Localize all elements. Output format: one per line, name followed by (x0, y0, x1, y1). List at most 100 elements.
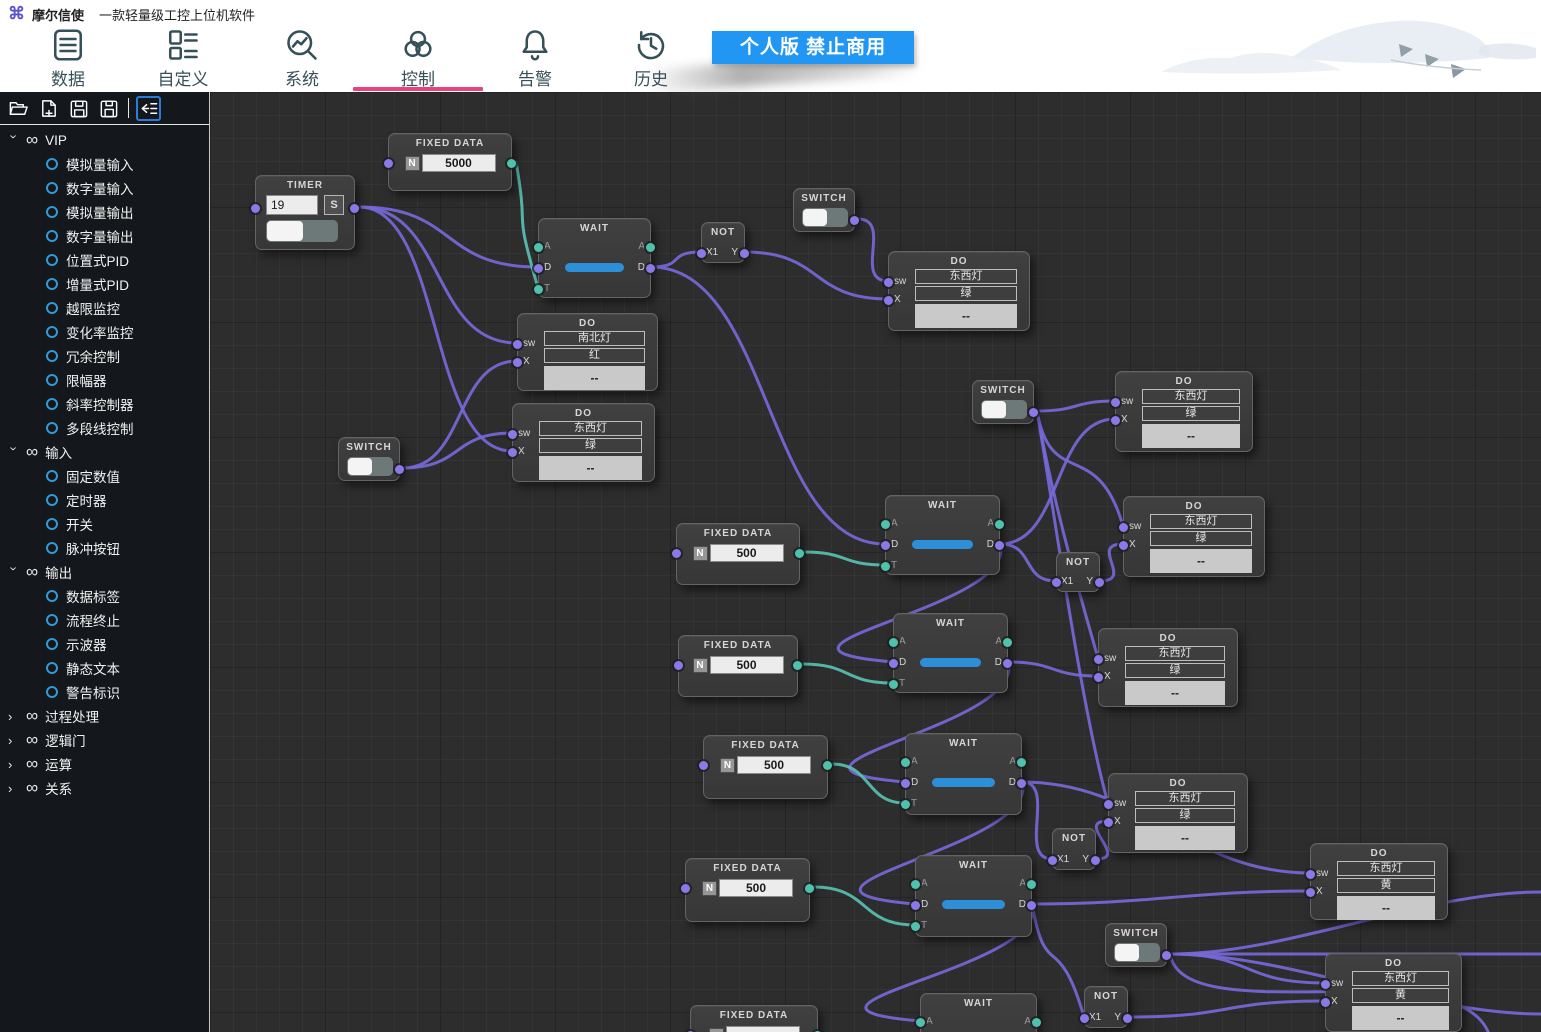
port-out[interactable] (823, 761, 832, 770)
fixed-node[interactable]: FIXED DATA (690, 1005, 818, 1032)
sidebar-item-定时器[interactable]: 定时器 (0, 488, 209, 512)
port-out[interactable] (350, 204, 359, 213)
tab-自定义[interactable]: 自定义 (128, 27, 238, 90)
fixed-value-input[interactable]: 500 (719, 879, 793, 897)
port-D[interactable] (1003, 659, 1012, 668)
port-D[interactable] (995, 541, 1004, 550)
do-target-field[interactable]: 东西灯 (1337, 861, 1435, 876)
port-Y[interactable] (740, 249, 749, 258)
do-node[interactable]: DOswX东西灯黄-- (1325, 953, 1462, 1032)
sidebar-item-变化率监控[interactable]: 变化率监控 (0, 320, 209, 344)
do-node[interactable]: DOswX东西灯绿-- (888, 251, 1030, 331)
tab-控制[interactable]: 控制 (363, 27, 473, 90)
fixed-node[interactable]: FIXED DATAN500 (678, 635, 798, 697)
sidebar-item-静态文本[interactable]: 静态文本 (0, 656, 209, 680)
port-in[interactable] (699, 761, 708, 770)
sidebar-item-示波器[interactable]: 示波器 (0, 632, 209, 656)
port-T[interactable] (911, 922, 920, 931)
port-X1[interactable] (1048, 856, 1057, 865)
port-out[interactable] (1162, 951, 1171, 960)
port-out[interactable] (795, 549, 804, 558)
port-A[interactable] (916, 1018, 925, 1027)
port-A[interactable] (1003, 638, 1012, 647)
new-file-button[interactable] (36, 96, 61, 121)
sidebar-item-固定数值[interactable]: 固定数值 (0, 464, 209, 488)
port-T[interactable] (534, 285, 543, 294)
timer-node[interactable]: TIMER19S (255, 175, 355, 250)
do-target-field[interactable]: 东西灯 (915, 269, 1017, 284)
fixed-value-input[interactable] (726, 1026, 800, 1032)
do-state-field[interactable]: 红 (544, 348, 645, 363)
do-target-field[interactable]: 东西灯 (1150, 514, 1252, 529)
port-X[interactable] (1306, 888, 1315, 897)
port-D[interactable] (889, 659, 898, 668)
flow-canvas[interactable]: TIMER19SFIXED DATAN5000WAITADTADNOTX1YSW… (210, 92, 1541, 1032)
chevron-down-icon[interactable]: › (7, 446, 22, 458)
switch-toggle[interactable] (347, 457, 393, 476)
port-T[interactable] (901, 800, 910, 809)
sidebar-item-输入[interactable]: ›∞输入 (0, 440, 209, 464)
fixed-node[interactable]: FIXED DATAN5000 (388, 133, 512, 191)
port-X[interactable] (513, 358, 522, 367)
timer-unit-button[interactable]: S (324, 195, 344, 215)
do-target-field[interactable]: 东西灯 (1352, 971, 1449, 986)
port-A[interactable] (1032, 1018, 1041, 1027)
collapse-panel-button[interactable] (136, 96, 161, 121)
switch-toggle[interactable] (981, 400, 1027, 419)
do-target-field[interactable]: 东西灯 (1125, 646, 1225, 661)
port-Y[interactable] (1095, 578, 1104, 587)
save-as-button[interactable] (96, 96, 121, 121)
port-D[interactable] (881, 541, 890, 550)
sidebar-item-限幅器[interactable]: 限幅器 (0, 368, 209, 392)
port-sw[interactable] (884, 278, 893, 287)
port-X[interactable] (1094, 673, 1103, 682)
sidebar-item-流程终止[interactable]: 流程终止 (0, 608, 209, 632)
sidebar-item-斜率控制器[interactable]: 斜率控制器 (0, 392, 209, 416)
port-Y[interactable] (1123, 1014, 1132, 1023)
port-sw[interactable] (1119, 523, 1128, 532)
do-node[interactable]: DOswX东西灯黄-- (1310, 843, 1448, 920)
port-D[interactable] (1027, 901, 1036, 910)
port-out[interactable] (507, 159, 516, 168)
port-A[interactable] (646, 243, 655, 252)
chevron-right-icon[interactable]: › (8, 709, 20, 724)
open-folder-button[interactable] (6, 96, 31, 121)
do-node[interactable]: DOswX南北灯红-- (517, 313, 658, 391)
sidebar-item-数字量输入[interactable]: 数字量输入 (0, 176, 209, 200)
sidebar-item-位置式PID[interactable]: 位置式PID (0, 248, 209, 272)
do-state-field[interactable]: 绿 (1150, 531, 1252, 546)
port-A[interactable] (1027, 880, 1036, 889)
chevron-right-icon[interactable]: › (8, 733, 20, 748)
timer-toggle[interactable] (266, 220, 338, 242)
not-node[interactable]: NOTX1Y (1056, 552, 1100, 592)
switch-toggle[interactable] (1114, 943, 1160, 962)
do-node[interactable]: DOswX东西灯绿-- (1108, 773, 1248, 853)
do-state-field[interactable]: 黄 (1352, 988, 1449, 1003)
port-D[interactable] (901, 779, 910, 788)
do-target-field[interactable]: 东西灯 (539, 421, 642, 436)
do-target-field[interactable]: 东西灯 (1135, 791, 1235, 806)
sidebar-item-逻辑门[interactable]: ›∞逻辑门 (0, 728, 209, 752)
port-X1[interactable] (1080, 1014, 1089, 1023)
sidebar-item-数据标签[interactable]: 数据标签 (0, 584, 209, 608)
sidebar-item-关系[interactable]: ›∞关系 (0, 776, 209, 800)
do-state-field[interactable]: 绿 (1135, 808, 1235, 823)
sidebar-item-模拟量输出[interactable]: 模拟量输出 (0, 200, 209, 224)
port-sw[interactable] (1306, 870, 1315, 879)
port-A[interactable] (889, 638, 898, 647)
fixed-node[interactable]: FIXED DATAN500 (676, 523, 800, 585)
port-sw[interactable] (1104, 800, 1113, 809)
port-in[interactable] (251, 204, 260, 213)
port-A[interactable] (901, 758, 910, 767)
tab-数据[interactable]: 数据 (13, 27, 123, 90)
do-state-field[interactable]: 绿 (1125, 663, 1225, 678)
port-out[interactable] (805, 884, 814, 893)
wait-node[interactable]: WAITADTAD (893, 613, 1008, 693)
port-D[interactable] (911, 901, 920, 910)
not-node[interactable]: NOTX1Y (701, 222, 745, 263)
do-node[interactable]: DOswX东西灯绿-- (1115, 371, 1253, 452)
chevron-right-icon[interactable]: › (8, 757, 20, 772)
port-D[interactable] (646, 264, 655, 273)
fixed-node[interactable]: FIXED DATAN500 (703, 735, 828, 799)
sidebar-item-模拟量输入[interactable]: 模拟量输入 (0, 152, 209, 176)
